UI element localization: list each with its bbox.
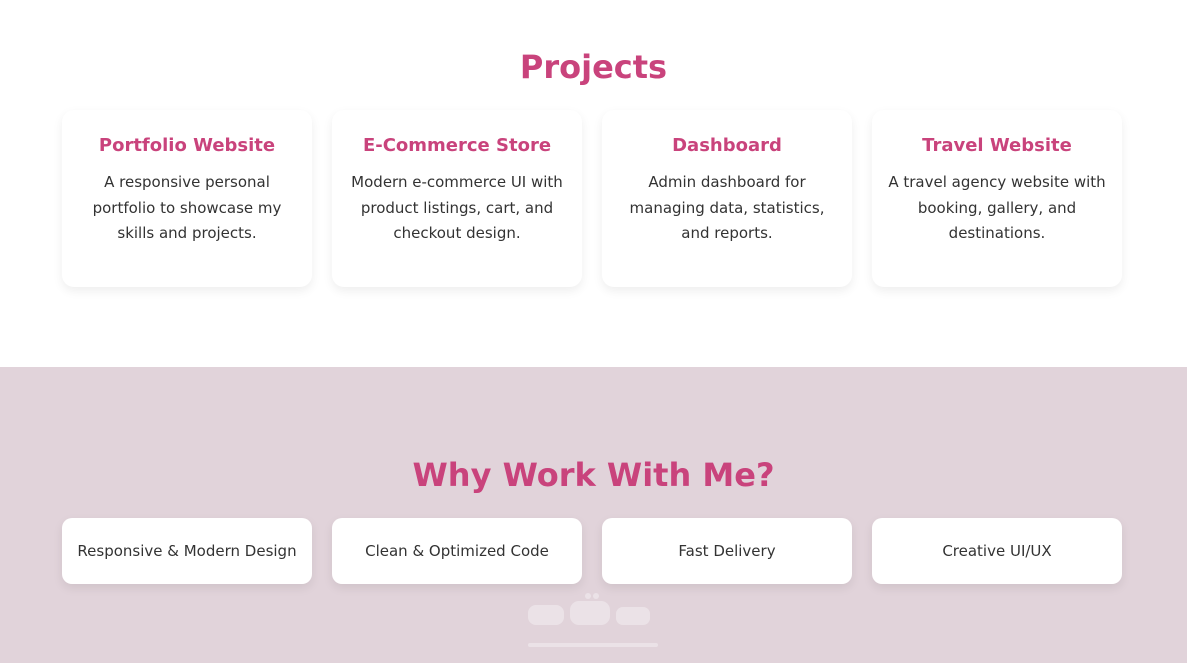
- why-work-with-me-section: Why Work With Me? Responsive & Modern De…: [0, 367, 1187, 663]
- why-card-clean-code: Clean & Optimized Code: [332, 518, 582, 584]
- why-card-responsive: Responsive & Modern Design: [62, 518, 312, 584]
- project-card-travel[interactable]: Travel Website A travel agency website w…: [872, 110, 1122, 287]
- project-card-description: Admin dashboard for managing data, stati…: [629, 173, 825, 242]
- projects-section: Projects Portfolio Website A responsive …: [0, 0, 1187, 367]
- project-card-title: Dashboard: [672, 135, 782, 156]
- project-card-title: E-Commerce Store: [362, 135, 552, 156]
- projects-title: Projects: [519, 48, 668, 86]
- project-card-dashboard[interactable]: Dashboard Admin dashboard for managing d…: [602, 110, 852, 287]
- project-card-title: Travel Website: [922, 135, 1072, 156]
- watermark-logo-icon: [528, 593, 658, 647]
- project-card-title: Portfolio Website: [98, 135, 276, 156]
- why-card-creative-uiux: Creative UI/UX: [872, 518, 1122, 584]
- why-card-fast-delivery: Fast Delivery: [602, 518, 852, 584]
- project-card-description: A responsive personal portfolio to showc…: [92, 173, 282, 242]
- project-card-description: Modern e-commerce UI with product listin…: [351, 173, 563, 242]
- project-card-description: A travel agency website with booking, ga…: [888, 173, 1106, 242]
- project-card-ecommerce[interactable]: E-Commerce Store Modern e-commerce UI wi…: [332, 110, 582, 287]
- project-card-portfolio[interactable]: Portfolio Website A responsive personal …: [62, 110, 312, 287]
- why-title: Why Work With Me?: [412, 456, 775, 494]
